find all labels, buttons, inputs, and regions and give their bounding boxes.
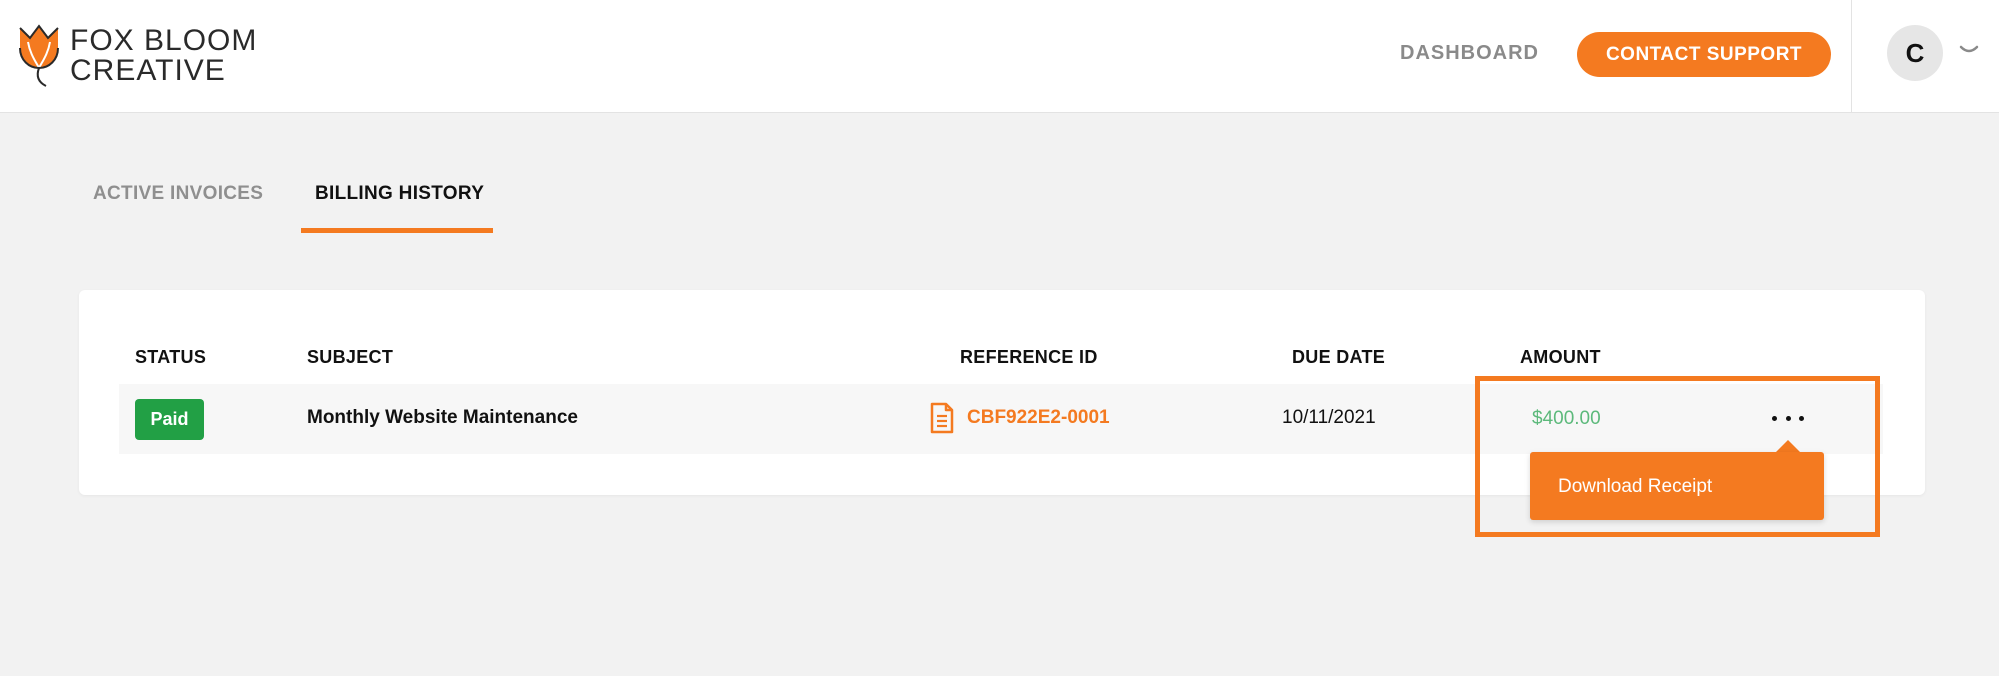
nav-dashboard-link[interactable]: DASHBOARD <box>1400 42 1539 65</box>
column-header-amount: AMOUNT <box>1520 347 1601 367</box>
column-header-status: STATUS <box>135 347 207 367</box>
reference-id-link[interactable]: CBF922E2-0001 <box>967 407 1110 429</box>
brand-name: FOX BLOOM CREATIVE <box>70 26 257 86</box>
invoice-subject: Monthly Website Maintenance <box>307 407 578 428</box>
brand-logo[interactable]: FOX BLOOM CREATIVE <box>16 22 266 88</box>
status-badge: Paid <box>135 399 204 440</box>
user-avatar[interactable]: C <box>1887 25 1943 81</box>
column-header-due-date: DUE DATE <box>1292 347 1386 367</box>
column-header-reference-id: REFERENCE ID <box>960 347 1098 367</box>
column-header-subject: SUBJECT <box>307 347 394 367</box>
contact-support-button[interactable]: CONTACT SUPPORT <box>1577 32 1831 77</box>
brand-name-line1: FOX BLOOM <box>70 24 258 57</box>
due-date: 10/11/2021 <box>1282 407 1376 428</box>
highlight-annotation-box <box>1475 376 1880 537</box>
tab-billing-history[interactable]: BILLING HISTORY <box>315 183 484 205</box>
tab-active-invoices[interactable]: ACTIVE INVOICES <box>93 183 263 205</box>
top-header: FOX BLOOM CREATIVE DASHBOARD CONTACT SUP… <box>0 0 1999 113</box>
fox-flower-logo-icon <box>19 24 59 87</box>
chevron-down-icon[interactable] <box>1958 44 1980 58</box>
document-icon[interactable] <box>929 402 955 434</box>
header-divider <box>1851 0 1852 113</box>
brand-name-line2: CREATIVE <box>70 54 226 87</box>
active-tab-indicator <box>301 228 493 233</box>
